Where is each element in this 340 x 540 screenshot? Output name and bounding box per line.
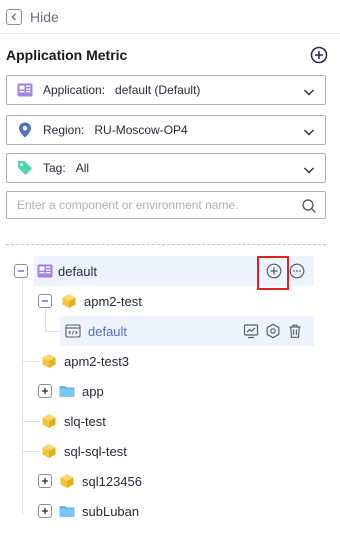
divider (6, 244, 326, 245)
chevron-down-icon (303, 125, 315, 137)
hide-bar: Hide (0, 0, 340, 34)
tag-select-label: Tag: (43, 161, 66, 175)
tree-guide-line (22, 421, 40, 422)
collapse-toggle[interactable] (14, 264, 28, 278)
region-select[interactable]: Region: RU-Moscow-OP4 (6, 115, 326, 145)
tree-node-label: default (88, 323, 128, 339)
hide-button[interactable]: Hide (6, 8, 59, 25)
tag-select-value: All (75, 161, 90, 175)
tree-guide-line (22, 451, 40, 452)
cube-icon (58, 472, 76, 490)
tree-node-label: sql-sql-test (64, 443, 127, 459)
region-select-label: Region: (43, 123, 85, 137)
tree-node-component[interactable]: apm2-test (38, 286, 142, 316)
tree-node-label: sql123456 (82, 473, 142, 489)
monitor-chart-icon[interactable] (242, 322, 260, 340)
highlight-box (257, 256, 289, 290)
add-circle-icon[interactable] (310, 46, 328, 64)
expand-toggle[interactable] (38, 504, 52, 518)
tree-node-label: apm2-test3 (64, 353, 130, 369)
cube-icon (60, 292, 78, 310)
tree-node-component[interactable]: sql123456 (38, 466, 142, 496)
search-input[interactable] (7, 198, 287, 212)
tag-icon (17, 160, 33, 176)
chevron-down-icon (303, 85, 315, 97)
cube-icon (40, 412, 58, 430)
side-panel: Hide Application Metric Application: def… (0, 0, 340, 540)
tree-node-component[interactable]: slq-test (40, 406, 106, 436)
tree-node-label: app (82, 383, 104, 399)
tag-select[interactable]: Tag: All (6, 153, 326, 183)
expand-toggle[interactable] (38, 384, 52, 398)
page-title: Application Metric (6, 47, 128, 63)
trash-icon[interactable] (286, 322, 304, 340)
location-pin-icon (17, 122, 33, 138)
application-select-value: default (Default) (115, 83, 201, 97)
hide-label: Hide (30, 8, 59, 25)
tree-node-component[interactable]: sql-sql-test (40, 436, 127, 466)
chevron-down-icon (303, 163, 315, 175)
expand-toggle[interactable] (38, 474, 52, 488)
collapse-toggle[interactable] (38, 294, 52, 308)
folder-icon (58, 382, 76, 400)
tree-guide-line (22, 361, 40, 362)
gear-icon[interactable] (264, 322, 282, 340)
cube-icon (40, 352, 58, 370)
tree-guide-line (45, 331, 61, 332)
application-select[interactable]: Application: default (Default) (6, 75, 326, 105)
tree-node-label: subLuban (82, 503, 140, 519)
region-select-value: RU-Moscow-OP4 (94, 123, 188, 137)
tree-node-label: default (58, 263, 98, 279)
application-select-label: Application: (43, 83, 106, 97)
application-icon (17, 82, 33, 98)
tree-node-folder[interactable]: subLuban (38, 496, 139, 526)
tree-node-label: slq-test (64, 413, 106, 429)
tree-node-label: apm2-test (84, 293, 142, 309)
search-box (6, 191, 326, 219)
tree-node-environment[interactable]: default (64, 316, 314, 346)
collapse-left-icon (6, 8, 22, 25)
tree-guide-line (22, 279, 23, 514)
application-icon (36, 262, 54, 280)
more-icon[interactable] (288, 262, 306, 280)
cube-icon (40, 442, 58, 460)
folder-icon (58, 502, 76, 520)
search-icon[interactable] (301, 198, 317, 214)
environment-icon (64, 322, 82, 340)
tree-node-folder[interactable]: app (38, 376, 104, 406)
panel-header: Application Metric (6, 44, 328, 66)
tree-node-component[interactable]: apm2-test3 (40, 346, 129, 376)
